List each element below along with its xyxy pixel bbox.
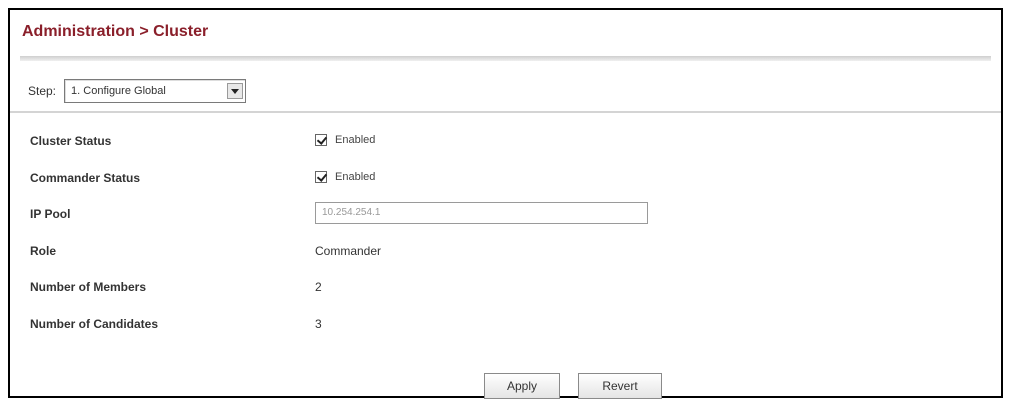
chevron-down-icon[interactable] [227,83,244,99]
ip-pool-field: 10.254.254.1 [315,202,648,224]
apply-button[interactable]: Apply [484,373,560,399]
step-select-value: 1. Configure Global [71,85,166,97]
cluster-status-field: Enabled [315,134,375,146]
number-of-members-label: Number of Members [30,280,147,294]
commander-status-label: Commander Status [30,171,141,185]
cluster-status-checkbox-label: Enabled [335,134,376,146]
title-divider [20,56,991,61]
cluster-status-label: Cluster Status [30,134,112,148]
ip-pool-input[interactable]: 10.254.254.1 [315,202,648,224]
role-label: Role [30,244,57,258]
ip-pool-label: IP Pool [30,207,71,221]
commander-status-checkbox-label: Enabled [335,171,376,183]
page-title: Administration > Cluster [22,23,209,40]
number-of-candidates-value: 3 [315,317,322,331]
commander-status-checkbox[interactable] [315,171,327,183]
number-of-candidates-label: Number of Candidates [30,317,159,331]
step-divider [10,111,1001,113]
number-of-members-value: 2 [315,280,322,294]
cluster-status-checkbox[interactable] [315,134,327,146]
step-select[interactable]: 1. Configure Global [64,79,247,103]
role-value: Commander [315,244,382,258]
step-label: Step: [28,84,57,98]
revert-button[interactable]: Revert [578,373,662,399]
cluster-panel: Administration > Cluster Step: 1. Config… [8,8,1003,399]
commander-status-field: Enabled [315,171,375,183]
step-selector-row: Step: 1. Configure Global [28,79,247,103]
